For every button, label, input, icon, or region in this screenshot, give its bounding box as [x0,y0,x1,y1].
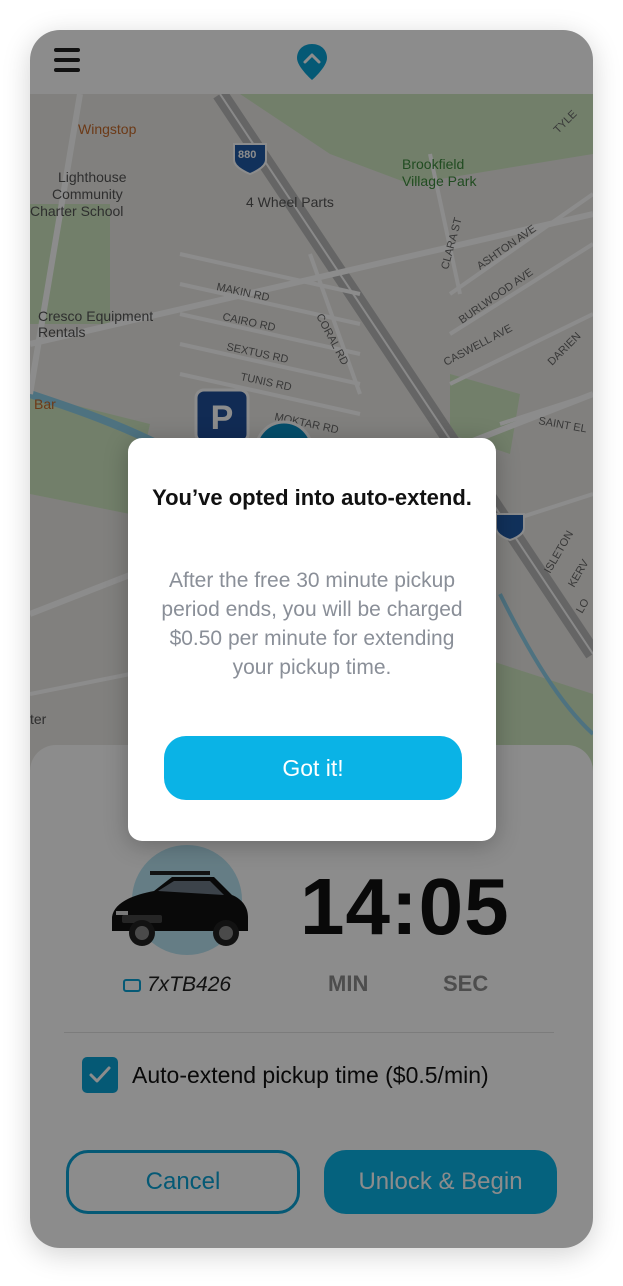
got-it-button[interactable]: Got it! [164,736,462,800]
modal-body: After the free 30 minute pickup period e… [161,569,463,679]
modal-title: You’ve opted into auto-extend. [152,485,472,510]
phone-frame: Wingstop Lighthouse Community Charter Sc… [30,30,593,1248]
auto-extend-modal: You’ve opted into auto-extend. After the… [128,438,496,841]
